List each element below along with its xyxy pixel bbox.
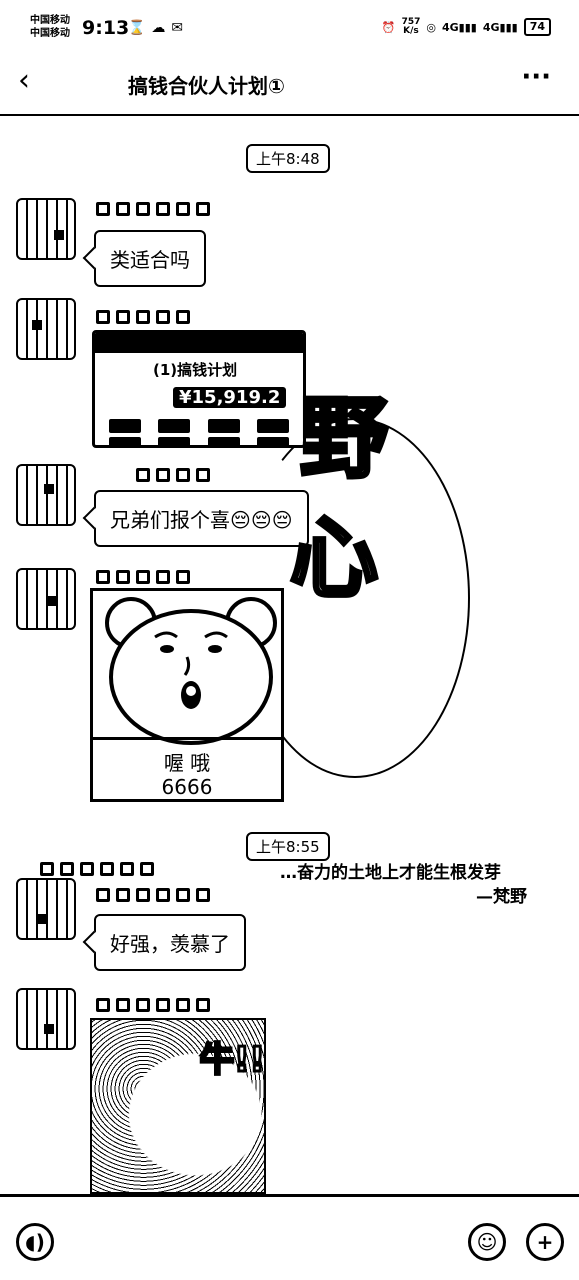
status-right-icons: ⏰ 757 K/s ◎ 4G▮▮▮ 4G▮▮▮ 74	[382, 18, 551, 36]
sticker-message[interactable]: 喔 哦 6666	[90, 588, 284, 802]
message-text: 好强，羡慕了	[110, 932, 230, 956]
status-time: 9:13	[82, 17, 130, 39]
more-icon[interactable]: ···	[521, 62, 551, 92]
sender-name	[136, 468, 210, 486]
timestamp: 上午8:55	[246, 832, 330, 861]
card-title: (1)搞钱计划	[153, 361, 238, 379]
message-text: 兄弟们报个喜😔😔😔	[110, 508, 293, 532]
image-caption: 牛!!	[198, 1039, 266, 1082]
back-icon[interactable]: ‹	[18, 66, 50, 100]
emoji-icon[interactable]: ☺	[468, 1223, 506, 1261]
message-bubble[interactable]: 类适合吗	[94, 230, 206, 287]
carrier-2: 中国移动	[30, 28, 70, 39]
avatar[interactable]	[16, 878, 76, 940]
avatar[interactable]	[16, 198, 76, 260]
net-speed: 757 K/s	[402, 18, 421, 36]
sender-name	[96, 202, 210, 220]
shared-screenshot[interactable]: (1)搞钱计划 ¥15,919.2	[92, 330, 306, 448]
message-bubble[interactable]: 好强，羡慕了	[94, 914, 246, 971]
sender-name	[96, 888, 210, 906]
message-bubble[interactable]: 兄弟们报个喜😔😔😔	[94, 490, 309, 547]
net-speed-unit: K/s	[403, 26, 419, 36]
chat-title: 搞钱合伙人计划①	[128, 74, 285, 98]
sender-name	[96, 310, 190, 328]
avatar[interactable]	[16, 464, 76, 526]
overlay-banner-text: …奋力的土地上才能生根发芽	[280, 863, 501, 883]
card-stats-row	[109, 419, 289, 433]
bear-face-icon	[105, 597, 277, 745]
chat-input-bar: ◖) ☺ +	[0, 1194, 579, 1280]
message-list[interactable]: 上午8:48 类适合吗 (1)搞钱计划 ¥15,919.2 野 兄弟们报个喜😔�	[0, 118, 579, 1194]
card-stats-row	[109, 437, 289, 445]
notification-icons: ⌛☁✉	[128, 20, 190, 36]
sticker-caption: 喔 哦	[163, 751, 211, 775]
message-text: 类适合吗	[110, 248, 190, 272]
carrier-1: 中国移动	[30, 15, 70, 26]
battery-indicator: 74	[523, 18, 551, 36]
chat-title-bar: ‹ 搞钱合伙人计划① ···	[0, 52, 579, 116]
plus-icon[interactable]: +	[526, 1223, 564, 1261]
card-header	[95, 333, 303, 353]
avatar[interactable]	[16, 988, 76, 1050]
avatar[interactable]	[16, 298, 76, 360]
sticker-divider	[93, 737, 281, 740]
signal-2: 4G▮▮▮	[482, 20, 518, 34]
sender-name	[96, 998, 210, 1016]
voice-icon[interactable]: ◖)	[16, 1223, 54, 1261]
signal-1: 4G▮▮▮	[441, 20, 477, 34]
carrier-labels: 中国移动 中国移动	[30, 14, 70, 40]
status-bar: 中国移动 中国移动 9:13 ⌛☁✉ ⏰ 757 K/s ◎ 4G▮▮▮ 4G▮…	[0, 0, 579, 52]
chat-screen: 中国移动 中国移动 9:13 ⌛☁✉ ⏰ 757 K/s ◎ 4G▮▮▮ 4G▮…	[0, 0, 579, 1280]
signal-2-label: 4G	[482, 20, 500, 34]
wifi-icon: ◎	[426, 20, 436, 34]
avatar[interactable]	[16, 568, 76, 630]
decorative-char: 心	[288, 504, 380, 612]
sticker-caption-number: 6666	[161, 775, 213, 799]
timestamp: 上午8:48	[246, 144, 330, 173]
decorative-char: 野	[298, 384, 390, 492]
card-amount: ¥15,919.2	[173, 387, 287, 408]
sender-name	[96, 570, 190, 588]
overlay-banner-author: —梵野	[476, 887, 527, 907]
alarm-icon: ⏰	[381, 20, 396, 34]
signal-1-label: 4G	[441, 20, 459, 34]
image-message[interactable]: 牛!!	[90, 1018, 266, 1194]
